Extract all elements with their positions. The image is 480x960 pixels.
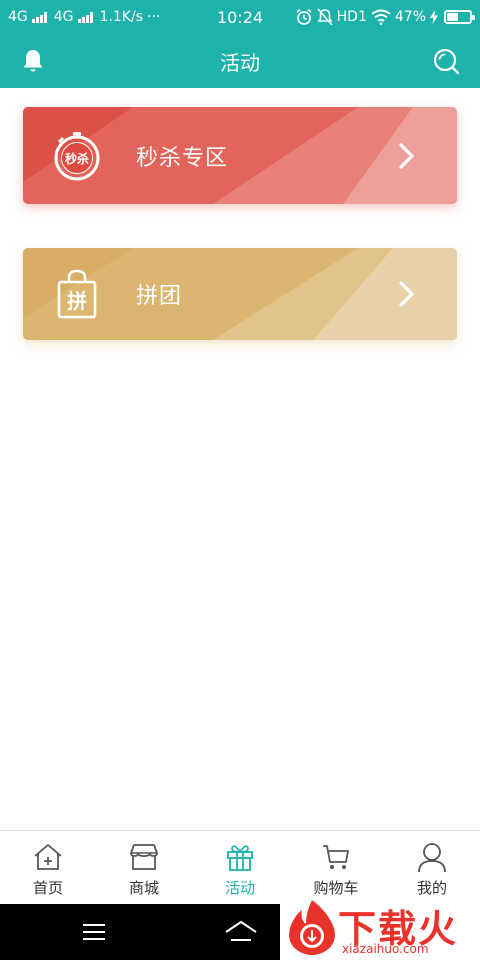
status-left: 4G 4G 1.1K/s ··· [8, 9, 160, 25]
wifi-icon [371, 9, 391, 25]
seckill-label: 秒杀专区 [136, 145, 229, 171]
chevron-right-icon [399, 281, 414, 307]
battery-icon [444, 10, 475, 24]
group-buy-label: 拼团 [136, 284, 183, 309]
nav-label-mall: 商城 [128, 879, 159, 897]
nav-label-me: 我的 [416, 879, 447, 897]
bell-icon[interactable] [20, 48, 46, 74]
home-icon [34, 844, 62, 870]
gift-icon [227, 845, 253, 871]
signal-icon [31, 11, 47, 23]
nav-label-cart: 购物车 [313, 879, 359, 897]
flame-logo-icon [289, 900, 335, 955]
nav-item-mall[interactable]: 商城 [96, 831, 192, 904]
network-type-1: 4G [8, 9, 28, 25]
store-icon [130, 844, 158, 870]
nav-label-home: 首页 [32, 879, 63, 897]
charging-icon [430, 10, 438, 24]
network-speed: 1.1K/s [99, 9, 143, 25]
status-bar: 4G 4G 1.1K/s ··· 10:24 HD1 47% [0, 0, 480, 34]
seckill-badge-text: 秒杀 [65, 151, 89, 166]
group-badge-text: 拼 [67, 289, 87, 313]
status-right: HD1 47% [295, 8, 475, 26]
mute-icon [317, 8, 333, 26]
nav-item-home[interactable]: 首页 [0, 831, 96, 904]
battery-fill [447, 13, 459, 21]
menu-icon[interactable] [82, 922, 106, 942]
hd-indicator: HD1 [336, 9, 367, 25]
search-icon[interactable] [432, 47, 460, 75]
bottom-nav: 首页 商城 活动 购物车 我的 [0, 830, 480, 904]
user-icon [418, 843, 446, 873]
group-buy-card[interactable]: 拼 拼团 [23, 248, 457, 340]
nav-item-cart[interactable]: 购物车 [288, 831, 384, 904]
cart-icon [323, 845, 349, 869]
chevron-right-icon [399, 142, 414, 169]
network-type-2: 4G [53, 9, 74, 25]
alarm-icon [296, 8, 312, 25]
nav-item-me[interactable]: 我的 [384, 831, 480, 904]
nav-label-activity: 活动 [224, 879, 255, 897]
seckill-card[interactable]: 秒杀 秒杀专区 [23, 107, 457, 204]
shopping-bag-icon: 拼 [57, 269, 97, 319]
nav-item-activity[interactable]: 活动 [192, 831, 288, 904]
watermark: 下载火 xiazaihuo.com [280, 896, 480, 960]
app-header: 活动 [0, 34, 480, 88]
watermark-domain: xiazaihuo.com [342, 942, 429, 956]
home-button-icon[interactable] [224, 920, 258, 944]
battery-percent: 47% [394, 9, 426, 25]
stopwatch-icon: 秒杀 [54, 131, 100, 180]
page-title: 活动 [220, 50, 260, 75]
signal-icon-2 [77, 11, 93, 23]
more-indicator: ··· [147, 9, 161, 25]
